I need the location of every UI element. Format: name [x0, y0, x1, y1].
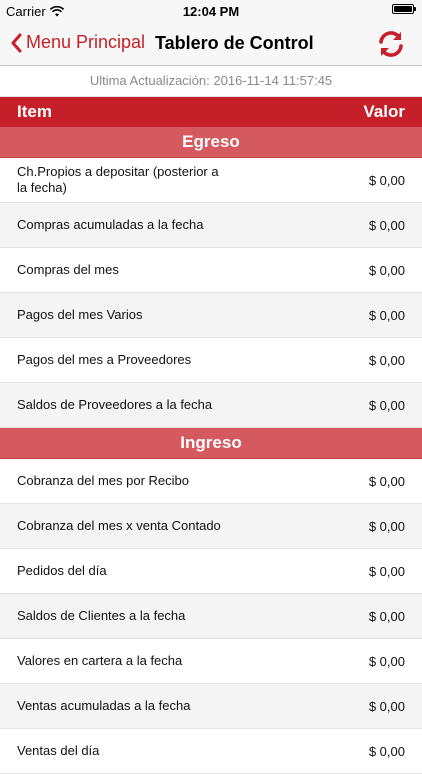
back-label: Menu Principal — [26, 32, 146, 52]
table-row[interactable]: Ventas acumuladas a la fecha $ 0,00 — [0, 684, 422, 729]
row-label: Compras acumuladas a la fecha — [17, 217, 204, 232]
row-label: Compras del mes — [17, 262, 119, 277]
table-row[interactable]: Compras del mes $ 0,00 — [0, 248, 422, 293]
row-value: $ 0,00 — [368, 608, 405, 624]
row-label: Cobranza del mes por Recibo — [17, 473, 189, 488]
row-label: Valores en cartera a la fecha — [17, 653, 183, 668]
refresh-icon — [379, 31, 403, 57]
page-title: Tablero de Control — [155, 33, 314, 53]
section-ingreso: Ingreso Cobranza del mes por Recibo $ 0,… — [0, 428, 422, 774]
row-value: $ 0,00 — [368, 397, 405, 413]
row-value: $ 0,00 — [368, 698, 405, 714]
table-row[interactable]: Cobranza del mes x venta Contado $ 0,00 — [0, 504, 422, 549]
row-label: Cobranza del mes x venta Contado — [17, 518, 221, 533]
status-bar: Carrier 12:04 PM — [0, 0, 422, 22]
section-header: Ingreso — [0, 428, 422, 459]
row-label: Saldos de Clientes a la fecha — [17, 608, 186, 623]
section-rows: Ch.Propios a depositar (posterior a la f… — [0, 158, 422, 428]
status-time: 12:04 PM — [182, 4, 240, 19]
table-row[interactable]: Compras acumuladas a la fecha $ 0,00 — [0, 203, 422, 248]
row-label: Pagos del mes Varios — [17, 307, 143, 322]
row-value: $ 0,00 — [368, 307, 405, 323]
nav-bar: Menu Principal Tablero de Control — [0, 22, 422, 66]
section-rows: Cobranza del mes por Recibo $ 0,00 Cobra… — [0, 459, 422, 774]
row-value: $ 0,00 — [368, 653, 405, 669]
row-value: $ 0,00 — [368, 743, 405, 759]
row-value: $ 0,00 — [368, 518, 405, 534]
table-row[interactable]: Saldos de Clientes a la fecha $ 0,00 — [0, 594, 422, 639]
table-row[interactable]: Saldos de Proveedores a la fecha $ 0,00 — [0, 383, 422, 428]
row-value: $ 0,00 — [368, 473, 405, 489]
row-label: Pedidos del día — [17, 563, 107, 578]
column-header-value: Valor — [363, 102, 405, 121]
row-label: Pagos del mes a Proveedores — [17, 352, 192, 367]
row-label: Ventas acumuladas a la fecha — [17, 698, 191, 713]
section-egreso: Egreso Ch.Propios a depositar (posterior… — [0, 127, 422, 428]
table-row[interactable]: Cobranza del mes por Recibo $ 0,00 — [0, 459, 422, 504]
sections-container: Egreso Ch.Propios a depositar (posterior… — [0, 127, 422, 774]
back-button[interactable]: Menu Principal — [10, 32, 145, 53]
row-value: $ 0,00 — [368, 352, 405, 368]
row-value: $ 0,00 — [368, 217, 405, 233]
table-row[interactable]: Ch.Propios a depositar (posterior a la f… — [0, 158, 422, 203]
last-update-text: Ultima Actualización: 2016-11-14 11:57:4… — [0, 66, 422, 97]
row-label: Ventas del día — [17, 743, 100, 758]
row-value: $ 0,00 — [368, 172, 405, 188]
section-header: Egreso — [0, 127, 422, 158]
chevron-left-icon — [11, 33, 22, 52]
row-label: Ch.Propios a depositar (posterior a la f… — [17, 164, 219, 195]
row-value: $ 0,00 — [368, 262, 405, 278]
status-right — [392, 4, 416, 14]
table-row[interactable]: Valores en cartera a la fecha $ 0,00 — [0, 639, 422, 684]
column-header-item: Item — [17, 102, 52, 121]
table-row[interactable]: Pedidos del día $ 0,00 — [0, 549, 422, 594]
table-header: Item Valor — [0, 97, 422, 127]
row-value: $ 0,00 — [368, 563, 405, 579]
table-row[interactable]: Ventas del día $ 0,00 — [0, 729, 422, 774]
table-row[interactable]: Pagos del mes Varios $ 0,00 — [0, 293, 422, 338]
table-row[interactable]: Pagos del mes a Proveedores $ 0,00 — [0, 338, 422, 383]
row-label: Saldos de Proveedores a la fecha — [17, 397, 213, 412]
battery-icon — [392, 4, 416, 14]
refresh-button[interactable] — [376, 29, 406, 59]
